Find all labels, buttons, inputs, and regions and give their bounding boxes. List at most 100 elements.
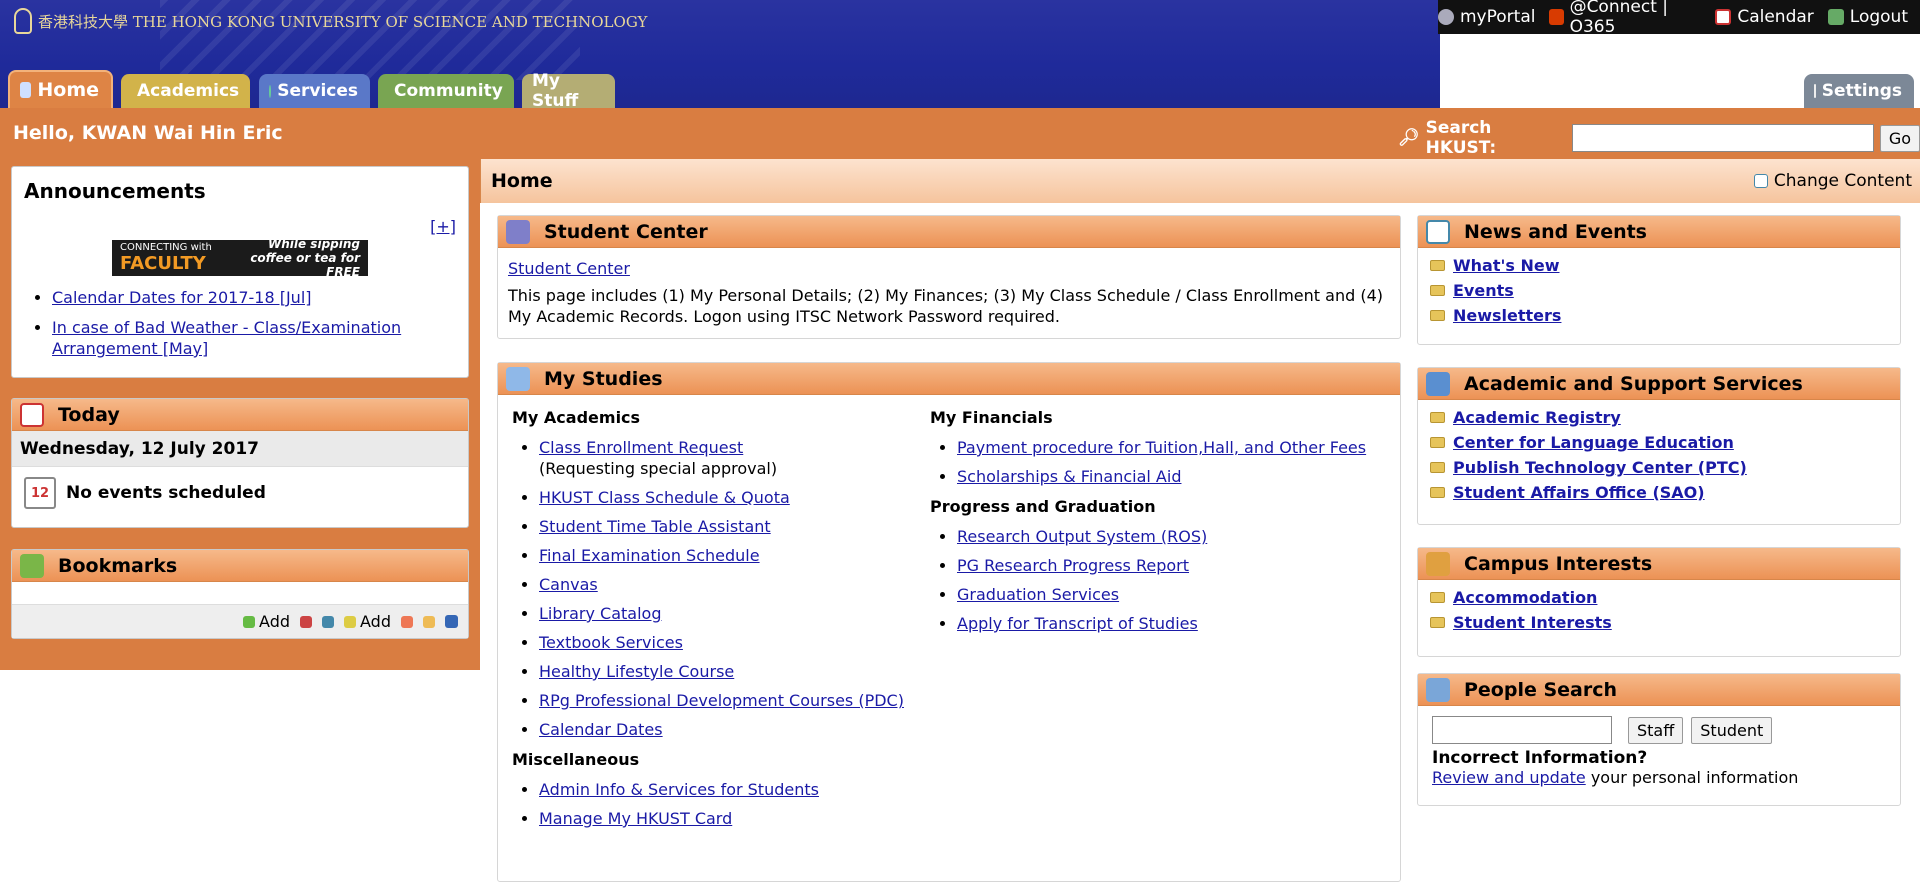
misc-link[interactable]: Admin Info & Services for Students [539, 780, 819, 799]
academics-link[interactable]: Final Examination Schedule [539, 546, 760, 565]
student-center-link[interactable]: Student Center [508, 258, 630, 279]
tab-community[interactable]: Community [378, 74, 514, 108]
service-link[interactable]: Student Affairs Office (SAO) [1453, 483, 1705, 502]
list-item: Newsletters [1430, 306, 1888, 325]
people-search-input[interactable] [1432, 716, 1612, 744]
services-icon [269, 84, 272, 98]
incorrect-info: Incorrect Information? Review and update… [1418, 744, 1900, 787]
tab-services[interactable]: Services [259, 74, 370, 108]
list-item: Academic Registry [1430, 408, 1888, 427]
progress-link[interactable]: Apply for Transcript of Studies [957, 614, 1198, 633]
academics-link[interactable]: Textbook Services [539, 633, 683, 652]
tab-academics[interactable]: Academics [121, 74, 250, 108]
news-link[interactable]: What's New [1453, 256, 1560, 275]
list-item: Research Output System (ROS) [957, 526, 1390, 547]
list-item: Graduation Services [957, 584, 1390, 605]
tab-home[interactable]: Home [8, 70, 113, 108]
people-search-header: People Search [1418, 674, 1900, 706]
move-down-button[interactable] [322, 615, 335, 628]
staff-search-button[interactable]: Staff [1628, 716, 1684, 744]
connect-link[interactable]: @Connect | O365 [1549, 0, 1701, 37]
add-folder-button[interactable]: Add [344, 612, 391, 631]
list-item: Healthy Lifestyle Course [539, 661, 912, 682]
announcement-list: Calendar Dates for 2017-18 [Jul] In case… [52, 287, 432, 368]
folder-icon [1430, 462, 1445, 473]
progress-graduation-list: Research Output System (ROS) PG Research… [930, 526, 1390, 634]
academics-link[interactable]: Class Enrollment Request [539, 438, 743, 457]
tab-settings[interactable]: Settings [1804, 74, 1914, 108]
academics-link[interactable]: Canvas [539, 575, 598, 594]
clock-calendar-icon [20, 402, 44, 427]
service-link[interactable]: Center for Language Education [1453, 433, 1734, 452]
logout-link[interactable]: Logout [1827, 7, 1908, 27]
add-bookmark-button[interactable]: Add [243, 612, 290, 631]
academics-link[interactable]: Student Time Table Assistant [539, 517, 771, 536]
progress-link[interactable]: PG Research Progress Report [957, 556, 1189, 575]
person-search-icon [1426, 677, 1450, 702]
calendar-icon: 12 [24, 477, 56, 509]
calendar-link[interactable]: Calendar [1715, 7, 1814, 27]
site-search: 🔎︎ Search HKUST: Go [1398, 118, 1920, 158]
move-up-button[interactable] [300, 615, 313, 628]
no-events: 12 No events scheduled [12, 467, 468, 519]
university-logo[interactable]: 香港科技大學 THE HONG KONG UNIVERSITY OF SCIEN… [14, 8, 647, 34]
news-events-header: News and Events [1418, 216, 1900, 248]
academics-link[interactable]: HKUST Class Schedule & Quota [539, 488, 790, 507]
save-button[interactable] [445, 615, 458, 628]
my-studies-header: My Studies [498, 363, 1400, 395]
list-item: Student Interests [1430, 613, 1888, 632]
logout-icon [1827, 9, 1844, 25]
faculty-promo-banner[interactable]: CONNECTING with FACULTY While sipping cof… [112, 237, 368, 279]
academics-link[interactable]: Calendar Dates [539, 720, 663, 739]
announcements-expand-link[interactable]: [+] [430, 217, 456, 236]
campus-link[interactable]: Student Interests [1453, 613, 1612, 632]
financials-link[interactable]: Payment procedure for Tuition,Hall, and … [957, 438, 1366, 457]
news-list: What's New Events Newsletters [1418, 248, 1900, 339]
service-link[interactable]: Publish Technology Center (PTC) [1453, 458, 1747, 477]
progress-link[interactable]: Research Output System (ROS) [957, 527, 1207, 546]
crest-icon [14, 8, 32, 34]
today-panel: Today Wednesday, 12 July 2017 12 No event… [11, 398, 469, 528]
student-search-button[interactable]: Student [1691, 716, 1773, 744]
people-icon [1426, 551, 1450, 576]
folder-icon [1430, 310, 1445, 321]
my-financials-heading: My Financials [930, 408, 1053, 427]
search-go-button[interactable]: Go [1879, 124, 1920, 152]
list-item: Library Catalog [539, 603, 912, 624]
folder-icon [1430, 617, 1445, 628]
search-input[interactable] [1572, 124, 1874, 152]
list-item: Scholarships & Financial Aid [957, 466, 1390, 487]
list-item: What's New [1430, 256, 1888, 275]
list-item: Final Examination Schedule [539, 545, 912, 566]
announcement-link[interactable]: In case of Bad Weather - Class/Examinati… [52, 318, 401, 358]
delete-folder-button[interactable] [401, 615, 413, 628]
news-link[interactable]: Events [1453, 281, 1514, 300]
news-icon [1426, 219, 1450, 244]
student-center-icon [506, 219, 530, 244]
bookmark-arrow-icon [20, 553, 44, 578]
tab-mystuff[interactable]: My Stuff [522, 71, 615, 111]
student-center-description: This page includes (1) My Personal Detai… [508, 286, 1383, 326]
progress-link[interactable]: Graduation Services [957, 585, 1119, 604]
folder-icon [1430, 592, 1445, 603]
main-content: Home Change Content Student Center Stude… [480, 157, 1920, 882]
myportal-link[interactable]: myPortal [1438, 7, 1535, 27]
misc-link[interactable]: Manage My HKUST Card [539, 809, 732, 828]
financials-link[interactable]: Scholarships & Financial Aid [957, 467, 1181, 486]
academics-link[interactable]: RPg Professional Development Courses (PD… [539, 691, 904, 710]
academics-link[interactable]: Library Catalog [539, 604, 661, 623]
list-item: Calendar Dates [539, 719, 912, 740]
book-icon [506, 366, 530, 391]
news-link[interactable]: Newsletters [1453, 306, 1561, 325]
folder-icon [1430, 285, 1445, 296]
academics-link[interactable]: Healthy Lifestyle Course [539, 662, 734, 681]
edit-folder-button[interactable] [423, 615, 435, 628]
service-link[interactable]: Academic Registry [1453, 408, 1621, 427]
campus-interests-list: Accommodation Student Interests [1418, 580, 1900, 646]
campus-link[interactable]: Accommodation [1453, 588, 1597, 607]
announcement-link[interactable]: Calendar Dates for 2017-18 [Jul] [52, 288, 312, 307]
arrow-down-icon [322, 615, 335, 628]
bookmark-toolbar: Add Add [12, 604, 468, 638]
change-content-button[interactable]: Change Content [1753, 171, 1912, 191]
review-update-link[interactable]: Review and update [1432, 768, 1586, 787]
